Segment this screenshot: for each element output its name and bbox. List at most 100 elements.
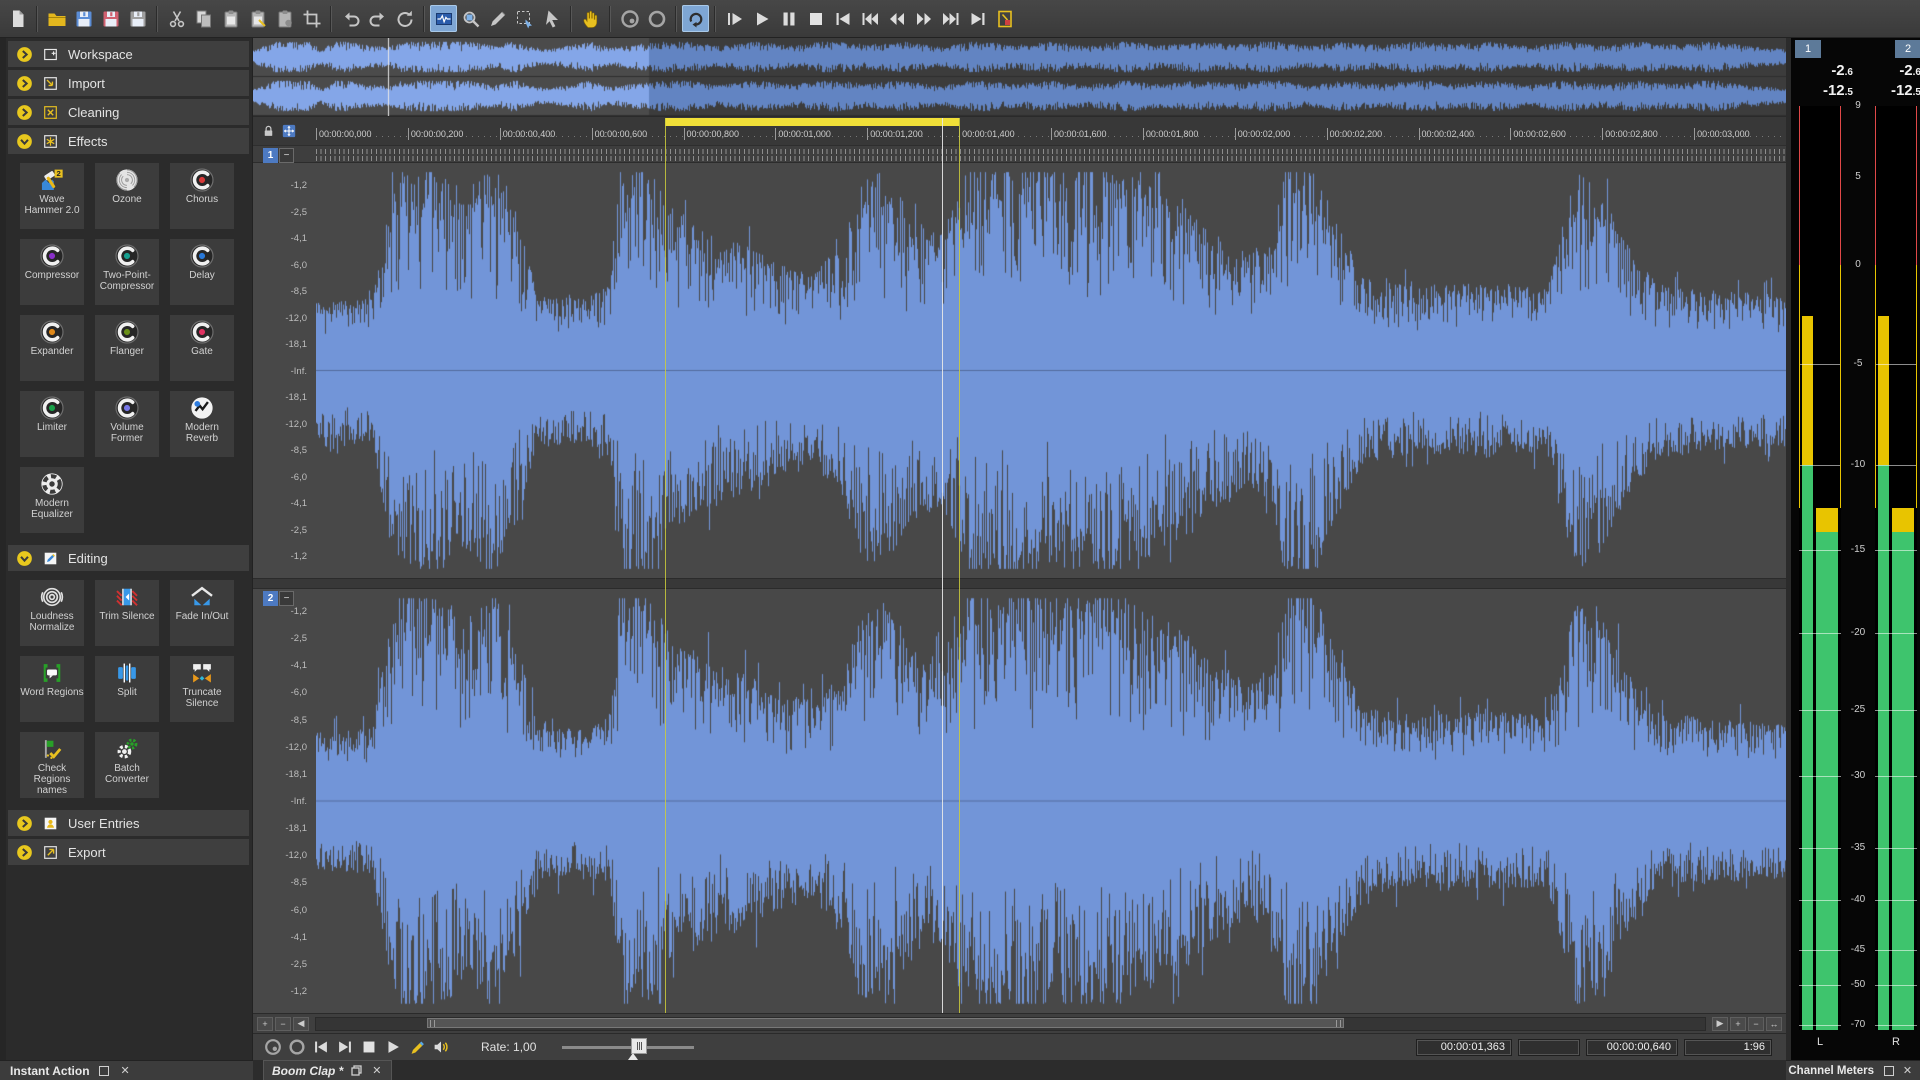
play-button[interactable] xyxy=(381,1036,405,1058)
chevron-right-icon[interactable] xyxy=(16,46,33,63)
channel-meters-title-bar[interactable]: Channel Meters ✕ xyxy=(1786,1060,1920,1080)
track-divider[interactable] xyxy=(253,578,1786,589)
chevron-right-icon[interactable] xyxy=(16,104,33,121)
scroll-right-button[interactable]: ▶ xyxy=(1712,1017,1728,1031)
close-meters-icon[interactable]: ✕ xyxy=(1901,1064,1914,1077)
auto-scroll-icon[interactable] xyxy=(280,122,298,140)
tile-gate[interactable]: Gate xyxy=(170,315,234,381)
tile-modern-equalizer[interactable]: Modern Equalizer xyxy=(20,467,84,533)
tile-volume-former[interactable]: Volume Former xyxy=(95,391,159,457)
rewind-button[interactable] xyxy=(883,5,910,32)
go-start-button[interactable] xyxy=(309,1036,333,1058)
record-prepare-button[interactable] xyxy=(616,5,643,32)
marquee-tool-button[interactable] xyxy=(511,5,538,32)
magnify-tool-button[interactable] xyxy=(457,5,484,32)
zoom-in-horizontal-button[interactable]: + xyxy=(1730,1017,1746,1031)
chevron-right-icon[interactable] xyxy=(16,815,33,832)
float-meters-icon[interactable] xyxy=(1882,1064,1895,1077)
tile-limiter[interactable]: Limiter xyxy=(20,391,84,457)
zoom-out-horizontal-button[interactable]: − xyxy=(1748,1017,1764,1031)
save-button[interactable] xyxy=(70,5,97,32)
record-button[interactable] xyxy=(285,1036,309,1058)
speaker-button[interactable] xyxy=(429,1036,453,1058)
stop-button[interactable] xyxy=(357,1036,381,1058)
tile-flanger[interactable]: Flanger xyxy=(95,315,159,381)
paste-clipboard-button[interactable] xyxy=(271,5,298,32)
sidebar-section-effects[interactable]: Effects xyxy=(8,128,249,154)
rewind-far-button[interactable] xyxy=(856,5,883,32)
trim-button[interactable] xyxy=(298,5,325,32)
record-prepare-button[interactable] xyxy=(261,1036,285,1058)
go-start-button[interactable] xyxy=(829,5,856,32)
tile-batch-converter[interactable]: Batch Converter xyxy=(95,732,159,798)
float-panel-icon[interactable] xyxy=(98,1064,111,1077)
cut-button[interactable] xyxy=(163,5,190,32)
tile-word-regions[interactable]: Word Regions xyxy=(20,656,84,722)
pencil-tool-button[interactable] xyxy=(484,5,511,32)
chevron-down-icon[interactable] xyxy=(16,550,33,567)
channel-1-minimize-button[interactable]: − xyxy=(279,148,294,163)
rate-slider-handle[interactable] xyxy=(631,1038,647,1054)
tile-compressor[interactable]: Compressor xyxy=(20,239,84,305)
tile-ozone[interactable]: Ozone xyxy=(95,163,159,229)
playhead-cursor[interactable] xyxy=(942,118,943,1013)
new-file-button[interactable] xyxy=(4,5,31,32)
waveform-channel-1[interactable] xyxy=(316,163,1786,578)
channel-2-badge[interactable]: 2 xyxy=(263,591,278,606)
copy-button[interactable] xyxy=(190,5,217,32)
chevron-right-icon[interactable] xyxy=(16,844,33,861)
sidebar-section-import[interactable]: Import xyxy=(8,70,249,96)
sidebar-section-editing[interactable]: Editing xyxy=(8,545,249,571)
forward-button[interactable] xyxy=(910,5,937,32)
selection-ruler-bar[interactable] xyxy=(665,118,959,126)
sidebar-section-workspace[interactable]: Workspace xyxy=(8,41,249,67)
instant-action-title-bar[interactable]: Instant Action ✕ xyxy=(0,1060,253,1080)
loop-button[interactable] xyxy=(682,5,709,32)
tile-fade-in-out[interactable]: Fade In/Out xyxy=(170,580,234,646)
tile-two-point-compressor[interactable]: Two-Point-Compressor xyxy=(95,239,159,305)
event-tool-button[interactable] xyxy=(991,5,1018,32)
selection-start-line[interactable] xyxy=(665,118,666,1013)
paste-button[interactable] xyxy=(217,5,244,32)
tile-modern-reverb[interactable]: Modern Reverb xyxy=(170,391,234,457)
tile-wave-hammer-2-0[interactable]: 2Wave Hammer 2.0 xyxy=(20,163,84,229)
paste-special-button[interactable] xyxy=(244,5,271,32)
close-panel-icon[interactable]: ✕ xyxy=(119,1064,132,1077)
tile-split[interactable]: Split xyxy=(95,656,159,722)
scrollbar-thumb[interactable] xyxy=(427,1018,1344,1028)
repeat-button[interactable] xyxy=(391,5,418,32)
tile-loudness-normalize[interactable]: Loudness Normalize xyxy=(20,580,84,646)
undo-button[interactable] xyxy=(337,5,364,32)
sidebar-section-export[interactable]: Export xyxy=(8,839,249,865)
fit-view-button[interactable]: ↔ xyxy=(1766,1017,1782,1031)
overview-waveform[interactable] xyxy=(253,38,1786,116)
restore-document-icon[interactable] xyxy=(350,1064,363,1077)
redo-button[interactable] xyxy=(364,5,391,32)
pause-button[interactable] xyxy=(775,5,802,32)
meter-tab-2[interactable]: 2 xyxy=(1895,40,1920,58)
sidebar-section-cleaning[interactable]: Cleaning xyxy=(8,99,249,125)
zoom-in-button[interactable]: + xyxy=(257,1017,273,1031)
pencil-marker-button[interactable] xyxy=(405,1036,429,1058)
tile-trim-silence[interactable]: Trim Silence xyxy=(95,580,159,646)
waveform-channel-2[interactable] xyxy=(316,589,1786,1013)
play-button[interactable] xyxy=(748,5,775,32)
zoom-out-button[interactable]: − xyxy=(275,1017,291,1031)
hand-tool-button[interactable] xyxy=(577,5,604,32)
edit-tool-button[interactable] xyxy=(430,5,457,32)
cursor-tool-button[interactable] xyxy=(538,5,565,32)
stop-button[interactable] xyxy=(802,5,829,32)
horizontal-scrollbar[interactable] xyxy=(315,1017,1706,1031)
thumb-grip-left[interactable] xyxy=(430,1020,435,1027)
selection-end-line[interactable] xyxy=(959,118,960,1013)
chevron-right-icon[interactable] xyxy=(16,75,33,92)
sidebar-section-user-entries[interactable]: User Entries xyxy=(8,810,249,836)
record-button[interactable] xyxy=(643,5,670,32)
channel-2-minimize-button[interactable]: − xyxy=(279,591,294,606)
channel-1-badge[interactable]: 1 xyxy=(263,148,278,163)
chevron-down-icon[interactable] xyxy=(16,133,33,150)
open-folder-button[interactable] xyxy=(43,5,70,32)
tile-check-regions-names[interactable]: Check Regions names xyxy=(20,732,84,798)
rate-slider[interactable] xyxy=(562,1038,694,1056)
tile-delay[interactable]: Delay xyxy=(170,239,234,305)
